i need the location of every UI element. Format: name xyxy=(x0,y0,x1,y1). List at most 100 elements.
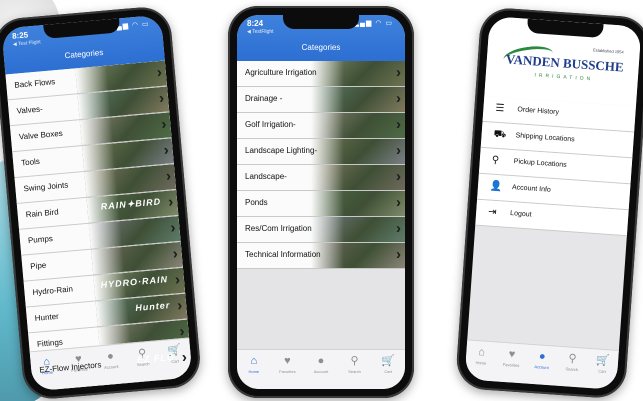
category-thumbnail xyxy=(310,217,405,242)
category-row[interactable]: Technical Information › xyxy=(237,243,405,269)
category-thumbnail xyxy=(310,139,405,164)
phone-categories-products: 8:25 ◀ Test Flight ▂▄▆ ◠ ▭ Categories Ba… xyxy=(0,4,203,401)
category-row[interactable]: Drainage - › xyxy=(237,87,405,113)
account-menu-label: Account Info xyxy=(511,184,552,194)
heart-icon: ♥ xyxy=(284,355,291,367)
tab-label: Cart xyxy=(384,369,392,374)
tab-label: Favorites xyxy=(279,369,296,374)
category-label: Hunter xyxy=(34,311,60,323)
person-icon: 👤 xyxy=(489,180,503,193)
category-thumbnail xyxy=(310,87,405,112)
status-icons: ▂▄▆ ◠ ▭ xyxy=(353,20,393,27)
category-row[interactable]: Ponds › xyxy=(237,191,405,217)
chevron-right-icon: › xyxy=(396,90,401,107)
category-label: Pipe xyxy=(29,260,47,272)
truck-icon: ⛟ xyxy=(493,128,507,141)
screen: 8:25 ◀ Test Flight ▂▄▆ ◠ ▭ Categories Ba… xyxy=(1,14,193,392)
category-thumbnail xyxy=(310,243,405,268)
category-label: Fittings xyxy=(36,337,64,349)
category-label: Tools xyxy=(20,156,41,168)
category-label: Technical Information xyxy=(245,250,321,259)
tab-account[interactable]: ● Account xyxy=(525,350,558,386)
category-thumbnail xyxy=(310,191,405,216)
home-icon: ⌂ xyxy=(250,355,258,367)
category-label: Agriculture Irrigation xyxy=(245,68,317,77)
list-icon: ☰ xyxy=(495,102,505,115)
category-label: Landscape Lighting- xyxy=(245,146,318,155)
cart-icon: 🛒 xyxy=(381,355,396,367)
tab-cart[interactable]: 🛒 Cart xyxy=(586,354,619,390)
category-label: Golf Irrigation- xyxy=(245,120,296,129)
chevron-right-icon: › xyxy=(396,194,401,211)
notch xyxy=(283,15,359,29)
tab-search[interactable]: ⚲ Search xyxy=(555,352,588,388)
category-thumbnail xyxy=(310,165,405,190)
category-label: Hydro-Rain xyxy=(32,284,74,297)
tab-label: Search xyxy=(565,366,579,373)
tab-cart[interactable]: 🛒 Cart xyxy=(371,355,405,389)
category-thumbnail xyxy=(310,113,405,138)
logo-established: Established 1954 xyxy=(592,47,624,55)
account-menu-label: Order History xyxy=(517,106,560,117)
search-icon: ⚲ xyxy=(350,355,359,367)
tab-home[interactable]: ⌂ Home xyxy=(464,345,497,381)
category-label: Landscape- xyxy=(245,172,287,181)
status-time: 8:24 xyxy=(247,19,264,28)
tab-bar: ⌂ Home ♥ Favorites ● Account ⚲ Search 🛒 Cart xyxy=(464,339,619,390)
back-to-testflight-link[interactable]: ◀ TestFlight xyxy=(247,29,274,35)
category-label: Ponds xyxy=(245,198,268,207)
category-row[interactable]: Landscape Lighting- › xyxy=(237,139,405,165)
screen: 8:24 ◀ TestFlight ▂▄▆ ◠ ▭ Categories Agr… xyxy=(237,15,405,389)
screen: Established 1954 VANDEN BUSSCHE IRRIGATI… xyxy=(464,16,642,390)
account-menu-label: Logout xyxy=(509,210,532,219)
tab-label: Favorites xyxy=(502,361,520,369)
tab-label: Home xyxy=(475,359,487,366)
cart-icon: 🛒 xyxy=(595,354,611,368)
chevron-right-icon: › xyxy=(396,246,401,263)
heart-icon: ♥ xyxy=(508,348,516,361)
category-row[interactable]: Agriculture Irrigation › xyxy=(237,61,405,87)
location-pin-icon: ⚲ xyxy=(491,154,500,167)
person-icon: ● xyxy=(317,355,325,367)
chevron-right-icon: › xyxy=(396,116,401,133)
category-row[interactable]: Golf Irrigation- › xyxy=(237,113,405,139)
home-icon: ⌂ xyxy=(477,346,486,359)
category-list: Agriculture Irrigation › Drainage - › Golf I… xyxy=(237,61,405,269)
chevron-right-icon: › xyxy=(396,220,401,237)
category-label: Valve Boxes xyxy=(18,128,64,142)
tab-account[interactable]: ● Account xyxy=(304,355,338,389)
tab-label: Account xyxy=(103,363,119,370)
back-to-testflight-link[interactable]: ◀ Test Flight xyxy=(13,39,41,47)
tab-search[interactable]: ⚲ Search xyxy=(338,355,372,389)
category-label: Valves- xyxy=(16,104,44,116)
tab-home[interactable]: ⌂ Home xyxy=(237,355,271,389)
category-thumbnail xyxy=(310,61,405,86)
status-time: 8:25 xyxy=(11,30,29,41)
phone-account-menu: Established 1954 VANDEN BUSSCHE IRRIGATI… xyxy=(454,6,643,400)
category-label: Back Flows xyxy=(14,77,56,90)
tab-label: Home xyxy=(248,369,260,374)
tab-favorites[interactable]: ♥ Favorites xyxy=(495,347,528,383)
chevron-right-icon: › xyxy=(396,142,401,159)
logout-icon: ⇥ xyxy=(487,206,497,219)
chevron-right-icon: › xyxy=(396,64,401,81)
category-label: Rain Bird xyxy=(25,207,59,220)
tab-favorites[interactable]: ♥ Favorites xyxy=(271,355,305,389)
category-label: Drainage - xyxy=(245,94,283,103)
category-label: Pumps xyxy=(27,234,54,246)
category-row[interactable]: Landscape- › xyxy=(237,165,405,191)
tab-bar: ⌂ Home ♥ Favorites ● Account ⚲ Search 🛒 Cart xyxy=(237,349,405,389)
tab-label: Account xyxy=(534,364,549,371)
tab-label: Search xyxy=(348,369,361,374)
tab-label: Account xyxy=(313,369,329,374)
person-icon: ● xyxy=(538,350,546,363)
phone-categories-applications: 8:24 ◀ TestFlight ▂▄▆ ◠ ▭ Categories Agr… xyxy=(228,6,414,398)
account-menu: ☰ Order History ⛟ Shipping Locations ⚲ Pickup… xyxy=(475,95,636,237)
search-icon: ⚲ xyxy=(568,352,577,366)
person-icon: ● xyxy=(106,350,115,363)
category-label: Res/Com Irrigation xyxy=(245,224,312,233)
tab-label: Cart xyxy=(598,368,607,375)
account-menu-label: Pickup Locations xyxy=(513,158,567,169)
category-label: Swing Joints xyxy=(23,180,69,194)
category-row[interactable]: Res/Com Irrigation › xyxy=(237,217,405,243)
